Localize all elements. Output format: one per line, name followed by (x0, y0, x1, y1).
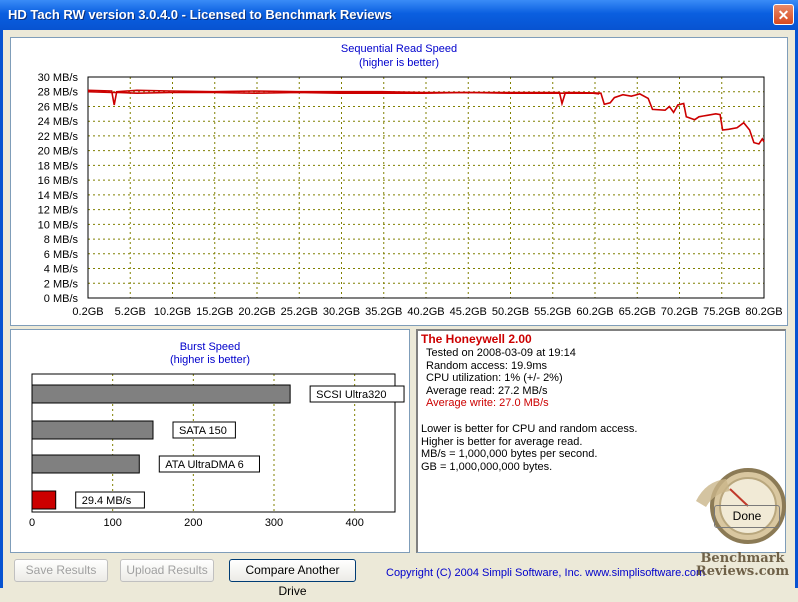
x-tick-label: 75.2GB (703, 306, 740, 318)
random-access: Random access: 19.9ms (426, 359, 548, 372)
y-tick-label: 12 MB/s (38, 205, 79, 217)
y-tick-label: 4 MB/s (44, 264, 79, 276)
save-results-button[interactable]: Save Results (14, 559, 108, 582)
y-tick-label: 28 MB/s (38, 87, 79, 99)
x-tick-label: 0 (29, 517, 35, 529)
note-cpu-random: Lower is better for CPU and random acces… (421, 423, 638, 435)
x-tick-label: 15.2GB (196, 306, 233, 318)
title-bar[interactable]: HD Tach RW version 3.0.4.0 - Licensed to… (0, 0, 798, 30)
done-button[interactable]: Done (714, 505, 780, 528)
y-tick-label: 20 MB/s (38, 146, 79, 158)
x-tick-label: 30.2GB (323, 306, 360, 318)
y-tick-label: 18 MB/s (38, 160, 79, 172)
x-tick-label: 55.2GB (534, 306, 571, 318)
y-tick-label: 16 MB/s (38, 175, 79, 187)
upload-results-button[interactable]: Upload Results (120, 559, 214, 582)
y-tick-label: 22 MB/s (38, 131, 79, 143)
copyright-link[interactable]: Copyright (C) 2004 Simpli Software, Inc.… (386, 567, 705, 579)
x-tick-label: 70.2GB (661, 306, 698, 318)
y-tick-label: 6 MB/s (44, 249, 79, 261)
x-tick-label: 35.2GB (365, 306, 402, 318)
drive-name: The Honeywell 2.00 (421, 332, 532, 346)
window-title: HD Tach RW version 3.0.4.0 - Licensed to… (8, 7, 392, 22)
x-tick-label: 300 (265, 517, 283, 529)
x-tick-label: 200 (184, 517, 202, 529)
x-tick-label: 400 (345, 517, 363, 529)
watermark-line2: Reviews.com (695, 564, 790, 579)
x-tick-label: 60.2GB (576, 306, 613, 318)
bar-label: ATA UltraDMA 6 (165, 459, 243, 471)
x-tick-label: 50.2GB (492, 306, 529, 318)
bar (31, 454, 140, 474)
watermark: Benchmark Reviews.com (690, 552, 795, 578)
y-tick-label: 26 MB/s (38, 101, 79, 113)
x-tick-label: 65.2GB (619, 306, 656, 318)
y-tick-label: 10 MB/s (38, 219, 79, 231)
close-button[interactable]: ✕ (773, 4, 794, 25)
y-tick-label: 24 MB/s (38, 116, 79, 128)
x-tick-label: 5.2GB (115, 306, 146, 318)
sequential-read-chart: 0 MB/s 2 MB/s 4 MB/s 6 MB/s 8 MB/s 10 MB/s 12 … (38, 72, 783, 318)
x-tick-label: 80.2GB (745, 306, 782, 318)
bar (31, 420, 154, 440)
compare-another-drive-button[interactable]: Compare Another Drive (229, 559, 356, 598)
average-write: Average write: 27.0 MB/s (426, 397, 549, 409)
average-read: Average read: 27.2 MB/s (426, 384, 548, 397)
bar-label: SATA 150 (179, 425, 227, 437)
x-tick-label: 40.2GB (407, 306, 444, 318)
x-tick-label: 10.2GB (154, 306, 191, 318)
y-tick-label: 8 MB/s (44, 234, 79, 246)
x-tick-label: 45.2GB (450, 306, 487, 318)
y-tick-label: 0 MB/s (44, 293, 79, 305)
bar-label: 29.4 MB/s (82, 495, 132, 507)
y-tick-label: 14 MB/s (38, 190, 79, 202)
sequential-read-panel: Sequential Read Speed (higher is better)… (10, 37, 788, 326)
y-tick-label: 2 MB/s (44, 278, 79, 290)
x-tick-label: 20.2GB (238, 306, 275, 318)
x-tick-label: 0.2GB (72, 306, 103, 318)
x-tick-label: 100 (103, 517, 121, 529)
burst-speed-panel: Burst Speed (higher is better) 0 100 200 30… (10, 329, 410, 553)
note-mbs-definition: MB/s = 1,000,000 bytes per second. (421, 448, 598, 460)
y-tick-label: 30 MB/s (38, 72, 79, 84)
bar (31, 490, 57, 510)
note-gb-definition: GB = 1,000,000,000 bytes. (421, 460, 553, 473)
tested-on: Tested on 2008-03-09 at 19:14 (426, 347, 576, 359)
note-average-read: Higher is better for average read. (421, 435, 583, 448)
cpu-utilization: CPU utilization: 1% (+/- 2%) (426, 372, 563, 384)
bar-label: SCSI Ultra320 (316, 389, 386, 401)
bar (31, 384, 291, 404)
x-tick-label: 25.2GB (281, 306, 318, 318)
burst-speed-chart: 0 100 200 300 400 SCSI Ultra320 SATA 150 ATA Ul… (29, 373, 405, 529)
